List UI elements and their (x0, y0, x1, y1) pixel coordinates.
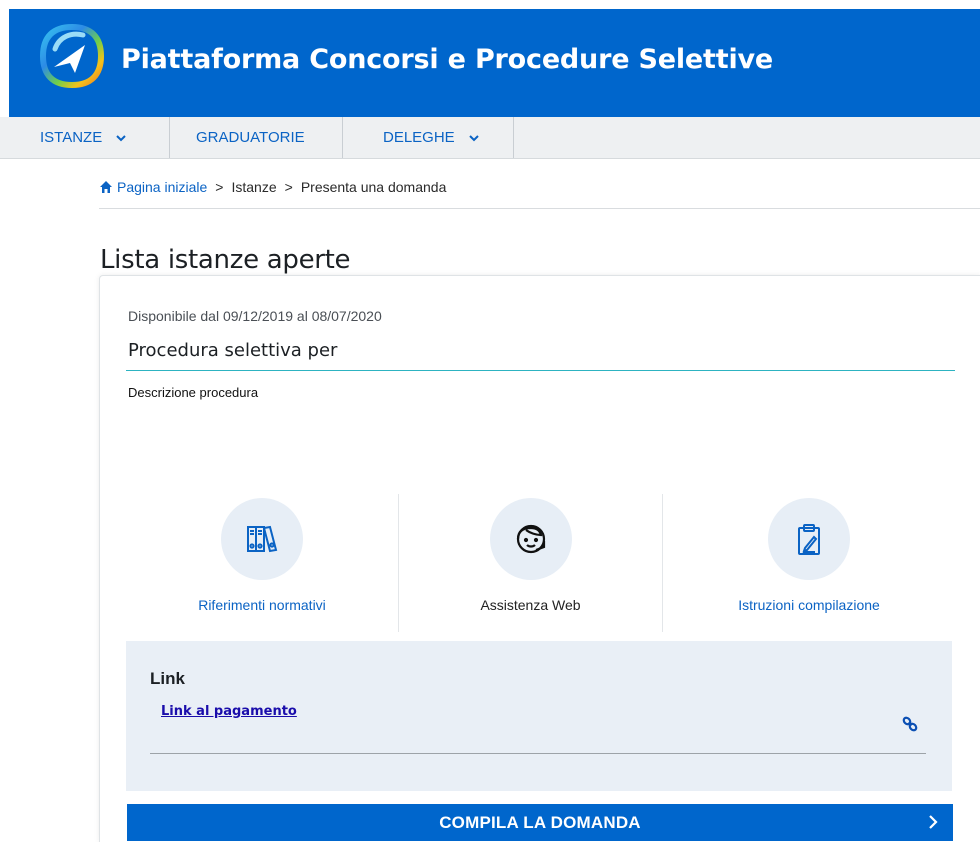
breadcrumb: Pagina iniziale > Istanze > Presenta una… (99, 179, 446, 195)
clipboard-icon (798, 524, 820, 555)
action-label: Assistenza Web (480, 597, 581, 613)
procedure-title: Procedura selettiva per (128, 340, 338, 361)
home-icon[interactable] (99, 180, 113, 194)
action-label: Istruzioni compilazione (738, 597, 880, 613)
chevron-down-icon (468, 134, 479, 141)
nav-item-label: DELEGHE (383, 129, 455, 146)
app-header: Piattaforma Concorsi e Procedure Seletti… (9, 9, 980, 117)
nav-item-graduatorie[interactable]: GRADUATORIE (170, 117, 343, 158)
nav-item-label: ISTANZE (40, 129, 103, 146)
cta-label: COMPILA LA DOMANDA (439, 812, 641, 832)
payment-link[interactable]: Link al pagamento (161, 704, 297, 719)
breadcrumb-separator: > (215, 179, 224, 195)
breadcrumb-current: Presenta una domanda (300, 179, 447, 195)
links-section: Link Link al pagamento (126, 641, 952, 791)
link-icon[interactable] (901, 715, 919, 733)
links-title: Link (150, 669, 185, 688)
availability-text: Disponibile dal 09/12/2019 al 08/07/2020 (128, 308, 382, 324)
platform-logo-icon[interactable] (39, 23, 105, 89)
action-label: Riferimenti normativi (198, 597, 326, 613)
icon-circle (489, 498, 572, 580)
chevron-down-icon (116, 134, 126, 141)
binders-icon (247, 525, 278, 553)
breadcrumb-separator: > (284, 179, 293, 195)
compila-domanda-button[interactable]: COMPILA LA DOMANDA (127, 804, 953, 841)
app-title: Piattaforma Concorsi e Procedure Seletti… (121, 44, 774, 75)
nav-item-deleghe[interactable]: DELEGHE (343, 117, 514, 158)
nav-item-label: GRADUATORIE (196, 129, 305, 146)
assistenza-web-button[interactable]: Assistenza Web (399, 494, 662, 632)
headset-icon (516, 524, 545, 554)
istruzioni-compilazione-button[interactable]: Istruzioni compilazione (663, 494, 955, 632)
chevron-right-icon (929, 815, 938, 829)
action-row: Riferimenti normativi Assistenza Web Ist… (126, 494, 955, 632)
icon-circle (768, 498, 850, 580)
breadcrumb-divider (99, 208, 980, 209)
page-title: Lista istanze aperte (100, 245, 351, 276)
riferimenti-normativi-button[interactable]: Riferimenti normativi (126, 494, 398, 632)
breadcrumb-home-link[interactable]: Pagina iniziale (117, 179, 207, 195)
procedure-card: Disponibile dal 09/12/2019 al 08/07/2020… (99, 275, 980, 842)
nav-item-istanze[interactable]: ISTANZE (0, 117, 170, 158)
top-navbar: ISTANZE GRADUATORIE DELEGHE (0, 117, 980, 159)
procedure-description: Descrizione procedura (128, 385, 259, 400)
breadcrumb-istanze[interactable]: Istanze (231, 179, 276, 195)
icon-circle (221, 498, 303, 580)
link-underline (150, 753, 926, 754)
title-underline (126, 370, 955, 371)
